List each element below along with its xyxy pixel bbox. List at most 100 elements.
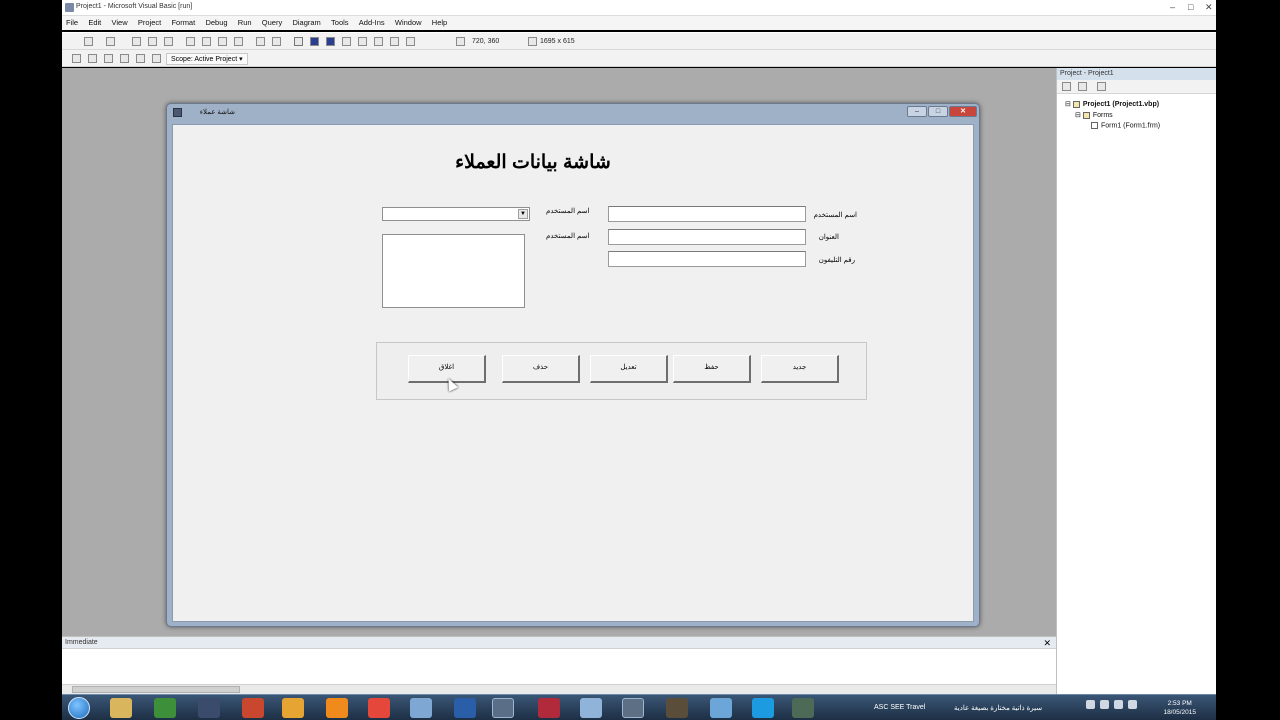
task-text-2[interactable]: سيرة ذاتية مختارة بصيغة عادية [954, 704, 1042, 712]
start-button[interactable] [68, 697, 90, 719]
immediate-horizontal-scrollbar[interactable] [62, 684, 1056, 694]
menu-file[interactable]: File [62, 16, 82, 27]
form-close-icon[interactable]: ✕ [949, 106, 977, 117]
tray-flag-icon[interactable] [1086, 700, 1095, 709]
form-client-area: شاشة بيانات العملاء اسم المستخدم العنوان… [172, 124, 974, 622]
form-window-title: شاشة عملاء [199, 109, 235, 116]
next-bookmark-icon[interactable] [152, 54, 161, 63]
add-project-icon[interactable] [84, 37, 93, 46]
menu-diagram[interactable]: Diagram [288, 16, 324, 27]
indent-icon[interactable] [72, 54, 81, 63]
user-combo-box[interactable]: ▼ [382, 207, 530, 221]
runtime-form-window[interactable]: شاشة عملاء – □ ✕ شاشة بيانات العملاء اسم… [166, 103, 980, 627]
app-media-taskbar-icon[interactable] [198, 698, 220, 718]
add-form-icon[interactable] [106, 37, 115, 46]
chrome-taskbar-icon[interactable] [368, 698, 390, 718]
object-browser-icon[interactable] [390, 37, 399, 46]
end-icon[interactable] [326, 37, 335, 46]
address-textbox[interactable] [608, 229, 806, 245]
app-red-taskbar-icon[interactable] [242, 698, 264, 718]
tree-item-form1[interactable]: Form1 (Form1.frm) [1065, 122, 1160, 133]
bookmark-icon[interactable] [136, 54, 145, 63]
app-orange-taskbar-icon[interactable] [282, 698, 304, 718]
phone-textbox[interactable] [608, 251, 806, 267]
menu-help[interactable]: Help [428, 16, 451, 27]
open-icon[interactable] [148, 37, 157, 46]
standard-toolbar: 720, 360 1695 x 615 [62, 32, 1216, 50]
menu-debug[interactable]: Debug [201, 16, 231, 27]
start-icon[interactable] [294, 37, 303, 46]
save-button[interactable]: حفظ [673, 355, 751, 383]
redo-icon[interactable] [272, 37, 281, 46]
copy-icon[interactable] [202, 37, 211, 46]
photoshop-taskbar-icon[interactable] [454, 698, 476, 718]
menu-view[interactable]: View [108, 16, 132, 27]
project-explorer-icon[interactable] [342, 37, 351, 46]
menu-project[interactable]: Project [134, 16, 165, 27]
user-name-textbox[interactable] [608, 206, 806, 222]
outdent-icon[interactable] [88, 54, 97, 63]
mdi-workspace: شاشة عملاء – □ ✕ شاشة بيانات العملاء اسم… [62, 68, 1056, 636]
toolbox-icon[interactable] [406, 37, 415, 46]
close-icon[interactable]: ✕ [1205, 2, 1213, 13]
vlc-taskbar-icon[interactable] [326, 698, 348, 718]
skype-taskbar-icon[interactable] [752, 698, 774, 718]
find-icon[interactable] [234, 37, 243, 46]
delete-button[interactable]: حذف [502, 355, 580, 383]
view-code-icon[interactable] [1062, 82, 1071, 91]
menu-tools[interactable]: Tools [327, 16, 353, 27]
app-globe-taskbar-icon[interactable] [710, 698, 732, 718]
app-eye-taskbar-icon[interactable] [622, 698, 644, 718]
toggle-folders-icon[interactable] [1097, 82, 1106, 91]
menu-run[interactable]: Run [234, 16, 256, 27]
form-layout-icon[interactable] [374, 37, 383, 46]
view-object-icon[interactable] [1078, 82, 1087, 91]
menu-edit[interactable]: Edit [84, 16, 105, 27]
immediate-window: Immediate ✕ [62, 636, 1056, 694]
properties-window-icon[interactable] [358, 37, 367, 46]
scope-dropdown[interactable]: Scope: Active Project ▾ [166, 53, 248, 65]
tray-sync-icon[interactable] [1114, 700, 1123, 709]
taskbar-clock[interactable]: 2:53 PM 18/05/2015 [1163, 699, 1196, 717]
app-blue-taskbar-icon[interactable] [580, 698, 602, 718]
scrollbar-thumb[interactable] [72, 686, 240, 693]
tray-network-icon[interactable] [1100, 700, 1109, 709]
clock-time: 2:53 PM [1167, 700, 1192, 707]
menu-format[interactable]: Format [167, 16, 199, 27]
vb-app-icon [65, 3, 74, 12]
edit-button[interactable]: تعديل [590, 355, 668, 383]
menu-add-ins[interactable]: Add-Ins [355, 16, 389, 27]
cut-icon[interactable] [186, 37, 195, 46]
tray-volume-icon[interactable] [1128, 700, 1137, 709]
form-maximize-icon[interactable]: □ [928, 106, 948, 117]
task-text-1[interactable]: ASC SEE Travel [874, 704, 925, 711]
new-button[interactable]: جديد [761, 355, 839, 383]
form-minimize-icon[interactable]: – [907, 106, 927, 117]
users-list-box[interactable] [382, 234, 525, 308]
undo-icon[interactable] [256, 37, 265, 46]
access-taskbar-icon[interactable] [538, 698, 560, 718]
position-icon [456, 37, 465, 46]
immediate-close-icon[interactable]: ✕ [1043, 638, 1051, 649]
save-icon[interactable] [164, 37, 173, 46]
uncomment-icon[interactable] [120, 54, 129, 63]
vb-taskbar-icon[interactable] [492, 698, 514, 718]
tree-item-forms[interactable]: ⊟ Forms [1065, 111, 1160, 122]
chevron-down-icon[interactable]: ▼ [518, 209, 528, 219]
settings-taskbar-icon[interactable] [410, 698, 432, 718]
menu-query[interactable]: Query [258, 16, 286, 27]
app-misc-taskbar-icon[interactable] [792, 698, 814, 718]
buttons-frame: جديد حفظ تعديل حذف اغلاق [376, 342, 867, 400]
explorer-taskbar-icon[interactable] [110, 698, 132, 718]
maximize-icon[interactable]: □ [1188, 2, 1193, 12]
form-heading: شاشة بيانات العملاء [455, 152, 611, 173]
menu-editor-icon[interactable] [132, 37, 141, 46]
paste-icon[interactable] [218, 37, 227, 46]
break-icon[interactable] [310, 37, 319, 46]
minimize-icon[interactable]: – [1170, 2, 1175, 12]
app-film-taskbar-icon[interactable] [666, 698, 688, 718]
app-green-taskbar-icon[interactable] [154, 698, 176, 718]
tree-item-project[interactable]: ⊟ Project1 (Project1.vbp) [1065, 100, 1160, 111]
comment-icon[interactable] [104, 54, 113, 63]
menu-window[interactable]: Window [391, 16, 426, 27]
